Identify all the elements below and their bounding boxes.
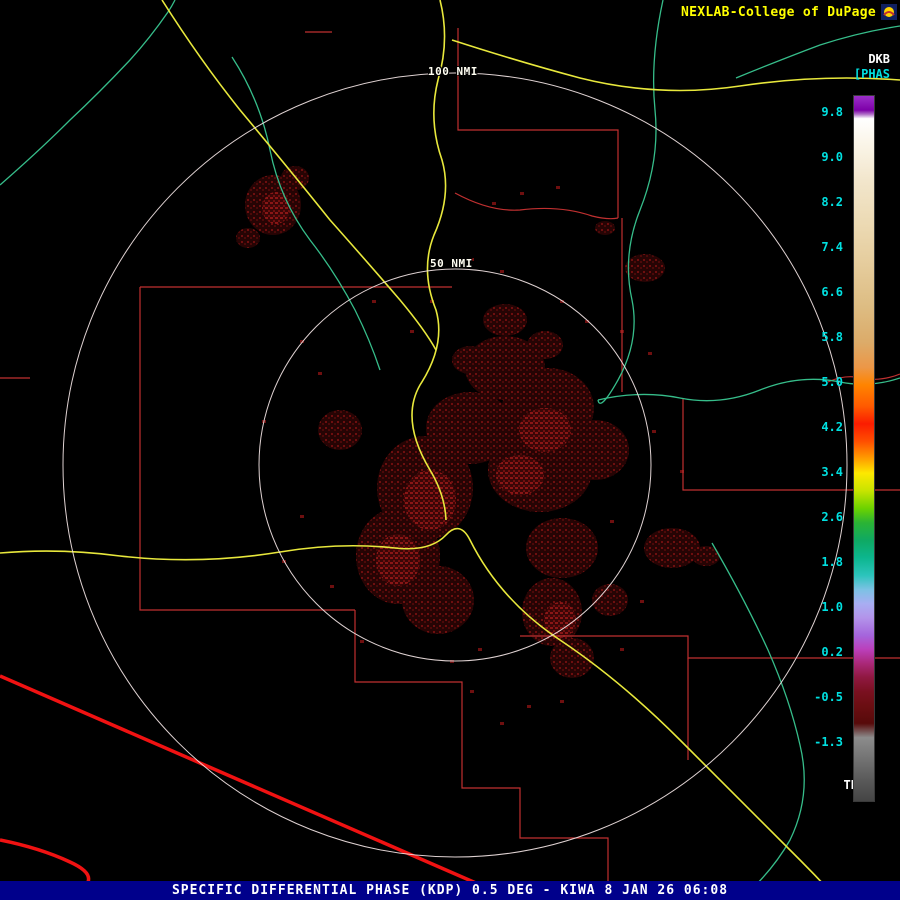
range-ring-outer-label: 100 NMI (428, 65, 478, 78)
colorbar-tick-label: 6.6 (821, 285, 843, 299)
radar-display: 100 NMI 50 NMI NEXLAB-College of DuPage … (0, 0, 900, 900)
colorbar-tick-label: 5.8 (821, 330, 843, 344)
colorbar-tick-label: 2.6 (821, 510, 843, 524)
status-text: SPECIFIC DIFFERENTIAL PHASE (KDP) 0.5 DE… (171, 883, 729, 898)
header-title: NEXLAB-College of DuPage (680, 5, 876, 20)
colorbar-tick-label: 8.2 (821, 195, 843, 209)
status-bar: SPECIFIC DIFFERENTIAL PHASE (KDP) 0.5 DE… (0, 881, 900, 900)
colorbar-tick-label: 0.2 (821, 645, 843, 659)
colorbar-tick-label: 1.8 (821, 555, 843, 569)
colorbar-tick-label: -0.5 (814, 690, 843, 704)
border-line (0, 674, 516, 900)
colorbar-unit-label: [PHAS (853, 67, 890, 81)
colorbar-tick-label: 3.4 (821, 465, 843, 479)
radar-echo-layer (236, 166, 720, 725)
colorbar-tick-label: 9.0 (821, 150, 843, 164)
range-ring-inner-label: 50 NMI (430, 257, 473, 270)
colorbar-tick-label: 7.4 (821, 240, 843, 254)
colorbar-tick-label: 9.8 (821, 105, 843, 119)
colorbar-ticks: 9.8 9.0 8.2 7.4 6.6 5.8 5.0 4.2 3.4 2.6 1.8 1.0 0.2 -… (801, 95, 843, 800)
radar-map (0, 0, 900, 900)
colorbar-tick-label: 5.0 (821, 375, 843, 389)
nexlab-logo-icon (881, 4, 897, 20)
colorbar-tick-label: 1.0 (821, 600, 843, 614)
colorbar-tick-label: -1.3 (814, 735, 843, 749)
colorbar-tick-label: 4.2 (821, 420, 843, 434)
colorbar-gradient (853, 95, 875, 802)
colorbar-product-code: DKB (868, 52, 890, 66)
